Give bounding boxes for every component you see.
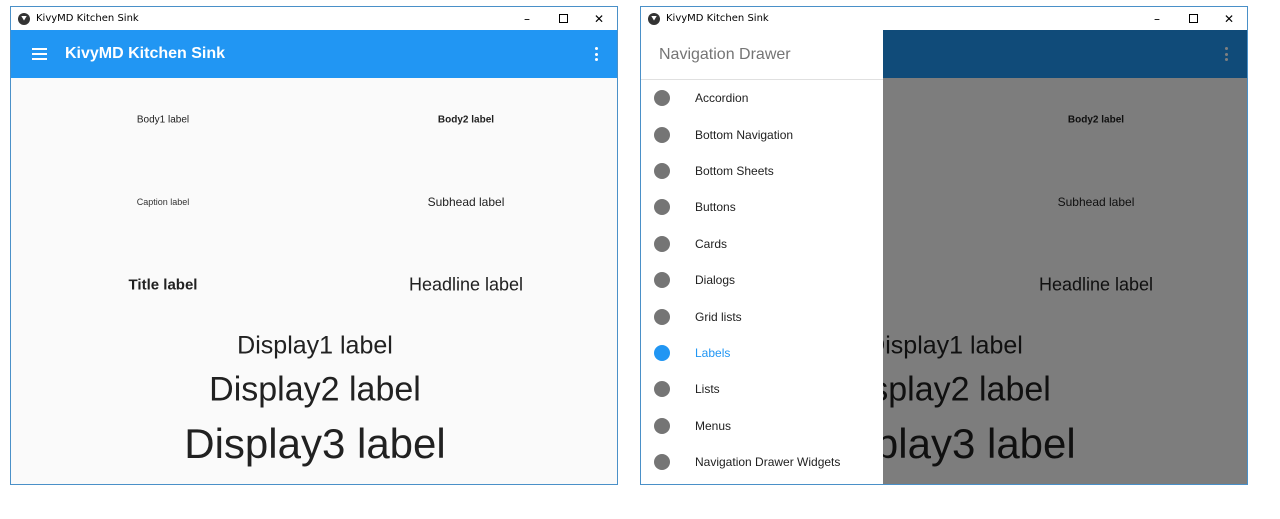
circle-icon (654, 162, 670, 179)
title-label: Title label (128, 276, 198, 294)
drawer-list: Accordion Bottom Navigation Bottom Sheets B… (641, 80, 883, 480)
window-title: KivyMD Kitchen Sink (666, 13, 769, 24)
close-button[interactable]: ✕ (581, 7, 617, 30)
circle-icon (654, 344, 670, 361)
maximize-button[interactable] (1175, 7, 1211, 30)
drawer-item-label: Bottom Navigation (695, 127, 794, 142)
drawer-item-label: Labels (695, 345, 731, 360)
kitchen-sink-window-drawer-open: KivyMD Kitchen Sink – ✕ KivyMD Kitchen S… (640, 6, 1248, 485)
kitchen-sink-window: KivyMD Kitchen Sink – ✕ KivyMD Kitchen S… (10, 6, 618, 485)
close-icon: ✕ (593, 11, 605, 26)
kivy-logo-icon (648, 12, 660, 25)
app-toolbar: KivyMD Kitchen Sink (11, 30, 617, 78)
minimize-button[interactable]: – (509, 7, 545, 30)
drawer-item-label: Accordion (695, 91, 749, 106)
drawer-item-labels[interactable]: Labels (641, 335, 883, 371)
drawer-item-cards[interactable]: Cards (641, 226, 883, 262)
minimize-icon: – (524, 11, 530, 26)
headline-label: Headline label (408, 274, 524, 295)
caption-label: Caption label (136, 197, 190, 207)
drawer-item-label: Bottom Sheets (695, 163, 774, 178)
drawer-item-navigation-drawer-widgets[interactable]: Navigation Drawer Widgets (641, 444, 883, 480)
drawer-item-dialogs[interactable]: Dialogs (641, 262, 883, 298)
display3-label: Display3 label (184, 420, 446, 467)
drawer-item-menus[interactable]: Menus (641, 408, 883, 444)
circle-icon (654, 126, 670, 143)
circle-icon (654, 417, 670, 434)
hamburger-menu-icon[interactable] (11, 30, 67, 78)
drawer-item-grid-lists[interactable]: Grid lists (641, 298, 883, 334)
drawer-header: Navigation Drawer (641, 30, 883, 80)
circle-icon (654, 272, 670, 289)
minimize-icon: – (1154, 11, 1160, 26)
minimize-button[interactable]: – (1139, 7, 1175, 30)
body2-label: Body2 label (437, 114, 495, 126)
drawer-item-label: Cards (695, 236, 728, 251)
kivy-logo-icon (18, 12, 30, 25)
labels-content: Body1 label Body2 label Caption label Su… (11, 78, 617, 484)
drawer-item-label: Menus (695, 418, 732, 433)
drawer-item-label: Buttons (695, 200, 736, 215)
drawer-item-label: Dialogs (695, 273, 736, 288)
drawer-item-accordion[interactable]: Accordion (641, 80, 883, 116)
window-title: KivyMD Kitchen Sink (36, 13, 139, 24)
circle-icon (654, 308, 670, 325)
drawer-item-label: Grid lists (695, 309, 742, 324)
close-button[interactable]: ✕ (1211, 7, 1247, 30)
maximize-icon (1188, 14, 1198, 23)
maximize-button[interactable] (545, 7, 581, 30)
drawer-item-lists[interactable]: Lists (641, 371, 883, 407)
circle-icon (654, 199, 670, 216)
toolbar-title: KivyMD Kitchen Sink (65, 45, 226, 62)
drawer-item-bottom-sheets[interactable]: Bottom Sheets (641, 153, 883, 189)
subhead-label: Subhead label (427, 195, 505, 209)
circle-icon (654, 235, 670, 252)
drawer-item-bottom-navigation[interactable]: Bottom Navigation (641, 116, 883, 152)
navigation-drawer: Navigation Drawer Accordion Bottom Naviga… (641, 30, 883, 484)
close-icon: ✕ (1223, 11, 1235, 26)
window-titlebar[interactable]: KivyMD Kitchen Sink – ✕ (11, 7, 617, 30)
circle-icon (654, 90, 670, 107)
overflow-menu-icon[interactable] (595, 47, 599, 61)
circle-icon (654, 454, 670, 471)
drawer-item-buttons[interactable]: Buttons (641, 189, 883, 225)
drawer-item-label: Lists (695, 382, 720, 397)
body1-label: Body1 label (136, 114, 190, 126)
display2-label: Display2 label (209, 370, 421, 409)
display1-label: Display1 label (237, 331, 393, 360)
circle-icon (654, 381, 670, 398)
window-titlebar[interactable]: KivyMD Kitchen Sink – ✕ (641, 7, 1247, 30)
maximize-icon (558, 14, 568, 23)
drawer-item-label: Navigation Drawer Widgets (695, 455, 841, 470)
